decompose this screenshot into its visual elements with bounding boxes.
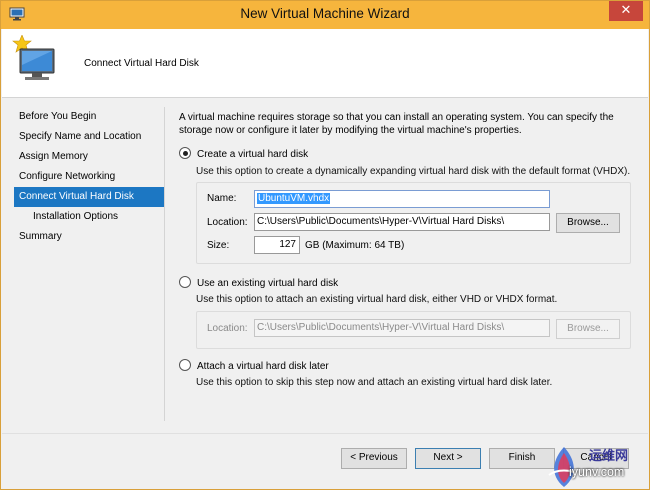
nav-item-configure-networking[interactable]: Configure Networking [14, 167, 164, 187]
create-vhd-radio[interactable] [179, 147, 191, 159]
previous-button[interactable]: < Previous [341, 448, 407, 469]
wizard-window: New Virtual Machine Wizard ✕ Connect Vir… [0, 0, 650, 490]
page-title: Connect Virtual Hard Disk [84, 58, 199, 69]
vhd-size-input[interactable]: 127 [254, 236, 300, 254]
attach-later-option[interactable]: Attach a virtual hard disk later [179, 359, 329, 372]
create-vhd-label: Create a virtual hard disk [197, 149, 309, 160]
footer-divider [2, 433, 648, 434]
intro-text: A virtual machine requires storage so th… [179, 112, 614, 136]
wizard-monitor-icon [12, 35, 55, 80]
nav-item-assign-memory[interactable]: Assign Memory [14, 147, 164, 167]
wizard-header: Connect Virtual Hard Disk [2, 29, 648, 98]
site-watermark: 运维网 iyunv.com [539, 445, 649, 489]
title-bar[interactable]: New Virtual Machine Wizard ✕ [1, 1, 649, 29]
nav-item-summary[interactable]: Summary [14, 227, 164, 247]
existing-location-label: Location: [207, 323, 248, 334]
name-label: Name: [207, 193, 237, 204]
existing-location-input[interactable]: C:\Users\Public\Documents\Hyper-V\Virtua… [254, 319, 550, 337]
existing-vhd-label: Use an existing virtual hard disk [197, 278, 339, 289]
nav-item-specify-name-location[interactable]: Specify Name and Location [14, 127, 164, 147]
location-label: Location: [207, 217, 248, 228]
vhd-name-input[interactable]: UbuntuVM.vhdx [254, 190, 550, 208]
attach-later-radio[interactable] [179, 359, 191, 371]
attach-later-description: Use this option to skip this step now an… [196, 377, 553, 388]
existing-vhd-option[interactable]: Use an existing virtual hard disk [179, 276, 338, 289]
size-label: Size: [207, 240, 230, 251]
nav-divider [164, 107, 165, 421]
size-unit-label: GB (Maximum: 64 TB) [305, 240, 405, 251]
nav-item-installation-options[interactable]: Installation Options [14, 207, 164, 227]
window-title: New Virtual Machine Wizard [240, 6, 410, 21]
close-window-button[interactable]: ✕ [609, 1, 643, 21]
vhd-location-input[interactable]: C:\Users\Public\Documents\Hyper-V\Virtua… [254, 213, 550, 231]
watermark-text-cn: 运维网 [589, 449, 629, 464]
nav-item-connect-virtual-hard-disk[interactable]: Connect Virtual Hard Disk [14, 187, 164, 207]
attach-later-label: Attach a virtual hard disk later [197, 361, 329, 372]
existing-browse-button[interactable]: Browse... [556, 319, 620, 339]
nav-item-before-you-begin[interactable]: Before You Begin [14, 107, 164, 127]
existing-vhd-radio[interactable] [179, 276, 191, 288]
next-button[interactable]: Next > [415, 448, 481, 469]
wizard-step-list: Before You Begin Specify Name and Locati… [14, 107, 164, 247]
create-vhd-option[interactable]: Create a virtual hard disk [179, 147, 308, 160]
vhd-name-value: UbuntuVM.vhdx [257, 193, 331, 204]
watermark-text-domain: iyunv.com [569, 465, 625, 479]
create-vhd-description: Use this option to create a dynamically … [196, 166, 631, 177]
existing-vhd-description: Use this option to attach an existing vi… [196, 294, 558, 305]
browse-button[interactable]: Browse... [556, 213, 620, 233]
